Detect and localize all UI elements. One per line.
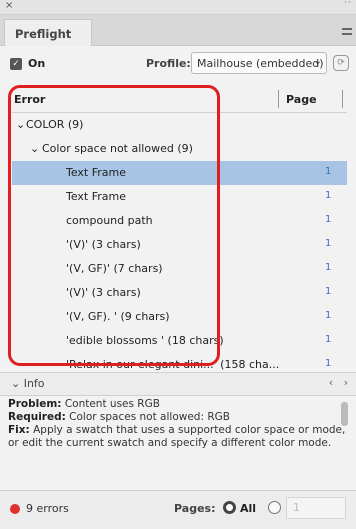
page-link[interactable]: 1 — [325, 310, 331, 321]
row-label: '(V)' (3 chars) — [66, 238, 141, 251]
profile-label: Profile: — [146, 57, 191, 70]
table-row[interactable]: 'edible blossoms ' (18 chars) 1 — [12, 329, 347, 353]
pages-label: Pages: — [174, 502, 216, 515]
info-pane: Problem: Content uses RGB Required: Colo… — [8, 398, 348, 474]
page-link[interactable]: 1 — [325, 262, 331, 273]
table-row[interactable]: '(V, GF)' (7 chars) 1 — [12, 257, 347, 281]
tab-preflight[interactable]: Preflight — [4, 19, 92, 46]
page-link[interactable]: 1 — [325, 238, 331, 249]
table-row[interactable]: ⌄ Color space not allowed (9) — [12, 137, 347, 161]
column-divider — [342, 90, 343, 108]
page-link[interactable]: 1 — [325, 190, 331, 201]
table-row[interactable]: '(V, GF). ' (9 chars) 1 — [12, 305, 347, 329]
info-title: Info — [23, 377, 45, 390]
disclosure-chevron-icon[interactable]: ⌄ — [16, 118, 25, 131]
column-divider[interactable] — [278, 90, 279, 108]
panel-menu-icon[interactable] — [342, 28, 352, 35]
table-row[interactable]: '(V)' (3 chars) 1 — [12, 233, 347, 257]
profile-dropdown[interactable]: Mailhouse (embedded) ⌄ — [191, 52, 327, 74]
info-required: Required: Color spaces not allowed: RGB — [8, 411, 230, 423]
page-link[interactable]: 1 — [325, 214, 331, 225]
table-row[interactable]: Text Frame 1 — [12, 161, 347, 185]
on-checkbox[interactable]: ✓ — [10, 58, 22, 70]
table-row[interactable]: Text Frame 1 — [12, 185, 347, 209]
row-label: COLOR (9) — [26, 118, 84, 131]
table-row[interactable]: '(V)' (3 chars) 1 — [12, 281, 347, 305]
info-toggle[interactable]: ⌄ Info — [11, 377, 45, 390]
page-link[interactable]: 1 — [325, 334, 331, 345]
chevron-down-icon: ⌄ — [313, 56, 322, 67]
info-section-header[interactable]: ⌄ Info ‹ › — [0, 372, 356, 396]
collapse-panel-icon[interactable]: ·· — [344, 0, 352, 8]
row-label: Text Frame — [66, 166, 127, 179]
disclosure-chevron-icon[interactable]: ⌄ — [30, 142, 39, 155]
row-label: compound path — [66, 214, 153, 227]
row-label: 'Relax in our elegant dini...' (158 cha.… — [66, 358, 280, 371]
pages-all-radio[interactable] — [223, 501, 236, 514]
row-label: Color space not allowed (9) — [42, 142, 193, 155]
embed-profile-icon[interactable]: ⟳ — [333, 55, 349, 71]
table-header: Error Page — [12, 86, 347, 113]
page-link[interactable]: 1 — [325, 166, 331, 177]
info-problem: Problem: Content uses RGB — [8, 398, 160, 410]
status-bar: 9 errors Pages: All 1 — [0, 490, 356, 529]
page-link[interactable]: 1 — [325, 358, 331, 369]
error-count[interactable]: 9 errors — [26, 502, 69, 515]
page-range-field[interactable]: 1 — [286, 497, 346, 519]
row-label: Text Frame — [66, 190, 127, 203]
page-column-header[interactable]: Page — [286, 93, 317, 106]
preflight-controls: ✓ On Profile: Mailhouse (embedded) ⌄ ⟳ — [0, 46, 356, 84]
tab-strip: Preflight — [0, 15, 356, 46]
info-fix: Fix: Apply a swatch that uses a supporte… — [8, 424, 346, 449]
profile-value: Mailhouse (embedded) — [197, 57, 324, 70]
error-status-icon — [10, 504, 20, 514]
page-link[interactable]: 1 — [325, 286, 331, 297]
close-panel-icon[interactable]: × — [5, 0, 13, 11]
on-label: On — [28, 57, 46, 70]
row-label: '(V)' (3 chars) — [66, 286, 141, 299]
info-nav-arrows-icon[interactable]: ‹ › — [329, 376, 348, 389]
pages-all-label: All — [240, 502, 257, 515]
table-row[interactable]: ⌄ COLOR (9) — [12, 113, 347, 137]
row-label: 'edible blossoms ' (18 chars) — [66, 334, 224, 347]
pages-range-radio[interactable] — [268, 501, 281, 514]
error-column-header[interactable]: Error — [14, 93, 45, 106]
row-label: '(V, GF)' (7 chars) — [66, 262, 163, 275]
table-row[interactable]: compound path 1 — [12, 209, 347, 233]
info-scrollbar[interactable] — [341, 402, 348, 426]
panel-title-bar: × ·· — [0, 0, 356, 15]
error-table: Error Page ⌄ COLOR (9) ⌄ Color space not… — [12, 86, 347, 377]
row-label: '(V, GF). ' (9 chars) — [66, 310, 170, 323]
